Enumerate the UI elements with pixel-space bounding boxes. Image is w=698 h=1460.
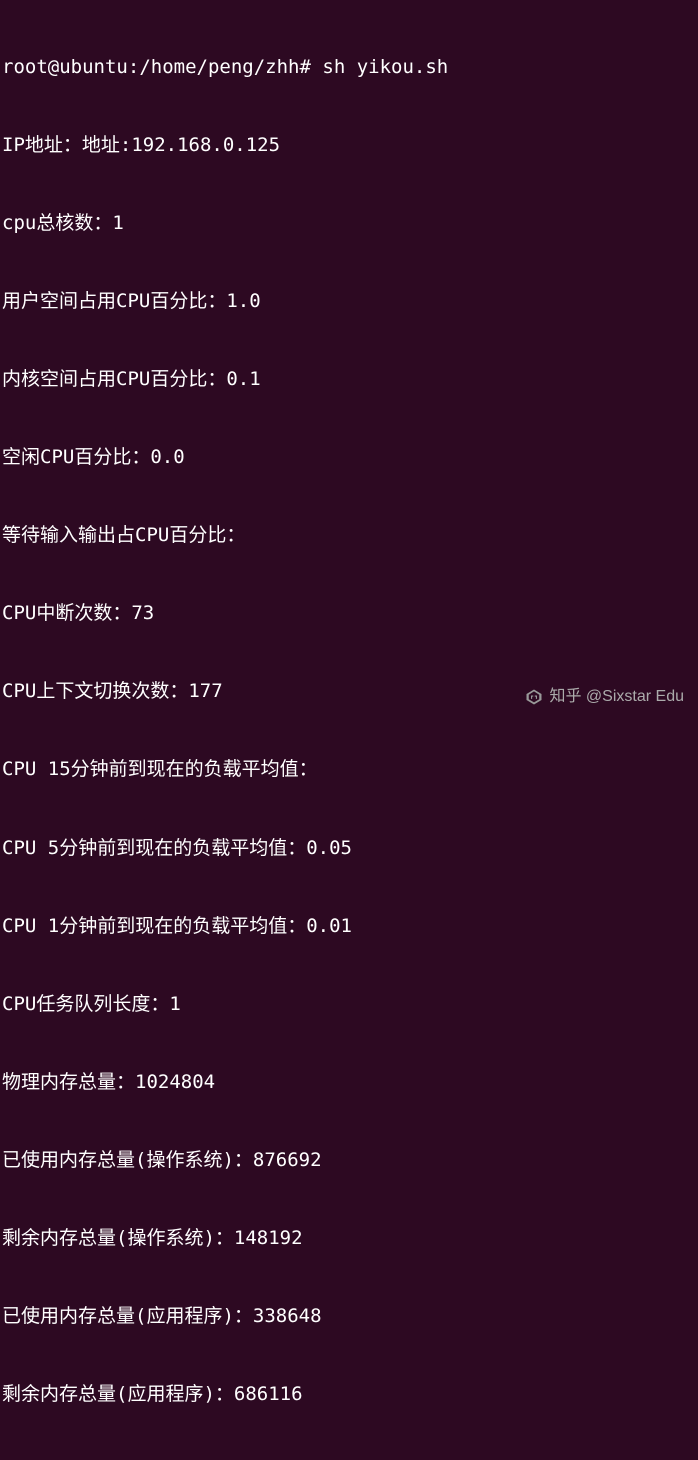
watermark-text: 知乎 @Sixstar Edu [549, 686, 684, 708]
watermark: 知乎 @Sixstar Edu [525, 686, 684, 708]
prompt-user: root [2, 56, 48, 78]
output-line: 空闲CPU百分比：0.0 [2, 444, 696, 470]
output-line: IP地址：地址:192.168.0.125 [2, 132, 696, 158]
output-line: CPU 5分钟前到现在的负载平均值：0.05 [2, 835, 696, 861]
zhihu-icon [525, 688, 543, 706]
prompt-path: /home/peng/zhh [139, 56, 299, 78]
output-line: 已使用内存总量(操作系统)：876692 [2, 1147, 696, 1173]
output-line: 交换分区总大小：1046524 [2, 1459, 696, 1460]
prompt-line: root@ubuntu:/home/peng/zhh# sh yikou.sh [2, 54, 696, 80]
output-line: 已使用内存总量(应用程序)：338648 [2, 1303, 696, 1329]
output-line: 内核空间占用CPU百分比：0.1 [2, 366, 696, 392]
output-line: 剩余内存总量(操作系统)：148192 [2, 1225, 696, 1251]
prompt-command: sh yikou.sh [322, 56, 448, 78]
terminal-output[interactable]: root@ubuntu:/home/peng/zhh# sh yikou.sh … [2, 2, 696, 1460]
output-line: 用户空间占用CPU百分比：1.0 [2, 288, 696, 314]
output-line: 等待输入输出占CPU百分比： [2, 522, 696, 548]
prompt-symbol: # [299, 56, 310, 78]
output-line: CPU 1分钟前到现在的负载平均值：0.01 [2, 913, 696, 939]
output-line: 物理内存总量：1024804 [2, 1069, 696, 1095]
output-line: CPU 15分钟前到现在的负载平均值： [2, 756, 696, 782]
output-line: CPU任务队列长度：1 [2, 991, 696, 1017]
output-line: 剩余内存总量(应用程序)：686116 [2, 1381, 696, 1407]
output-line: cpu总核数：1 [2, 210, 696, 236]
output-line: CPU中断次数：73 [2, 600, 696, 626]
prompt-host: ubuntu [59, 56, 128, 78]
